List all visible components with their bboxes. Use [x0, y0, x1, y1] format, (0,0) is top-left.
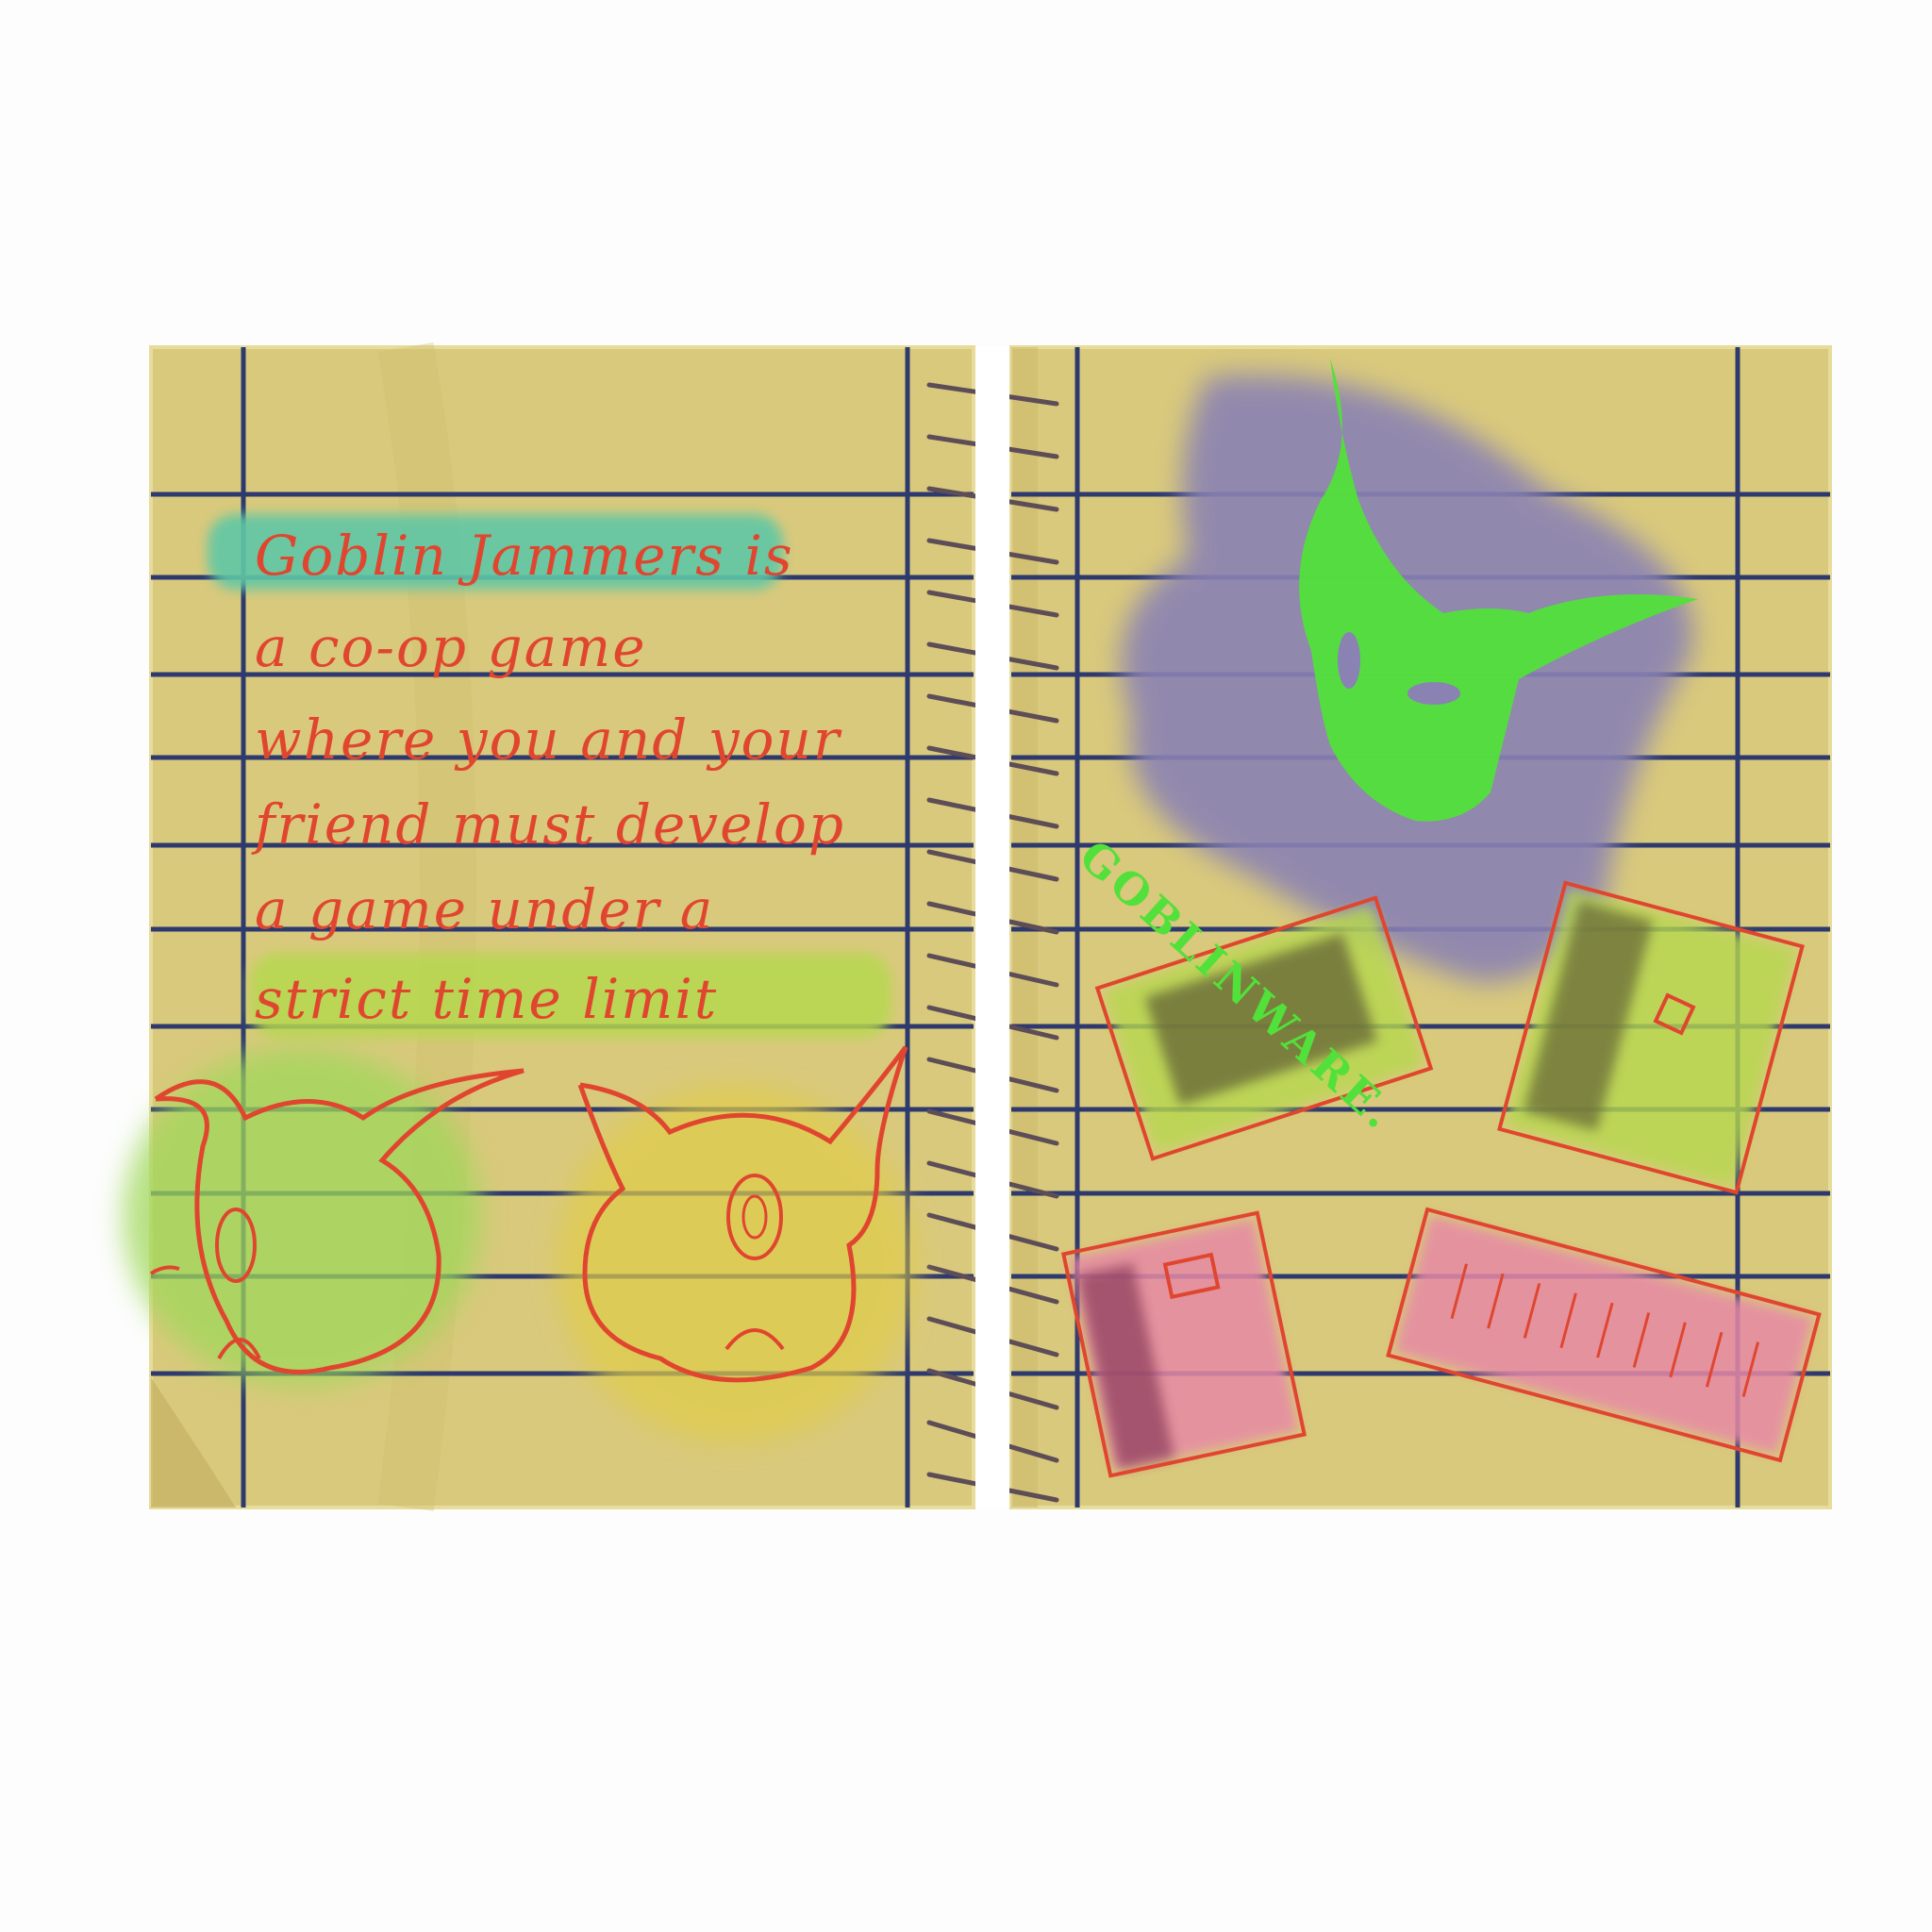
note-line-1: Goblin Jammers is — [255, 524, 794, 588]
note-line-4: friend must develop — [255, 792, 845, 857]
note-line-6: strict time limit — [255, 967, 719, 1031]
notebook-illustration — [123, 342, 1832, 1511]
note-line-2: a co-op game — [255, 615, 647, 679]
note-line-3: where you and your — [255, 708, 841, 772]
note-line-5: a game under a — [255, 877, 715, 941]
spine-gap — [975, 347, 1009, 1507]
